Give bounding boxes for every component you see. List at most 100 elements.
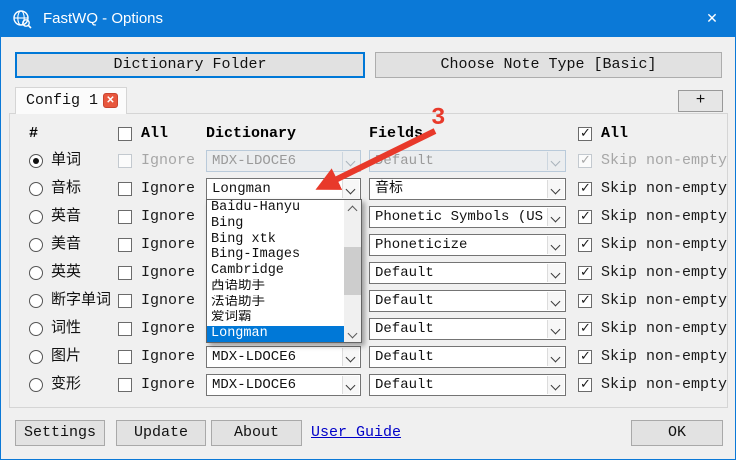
add-config-button[interactable]: + xyxy=(678,90,723,112)
field-value: Phoneticize xyxy=(375,235,545,255)
fields-select[interactable]: Phoneticize xyxy=(369,234,566,256)
dictionary-select[interactable]: MDX-LDOCE6 xyxy=(206,346,361,368)
all-ignore-checkbox[interactable] xyxy=(118,127,132,141)
skip-checkbox[interactable] xyxy=(578,210,592,224)
grid-row: 英英IgnoreDefaultSkip non-empty xyxy=(9,259,729,287)
skip-checkbox[interactable] xyxy=(578,378,592,392)
ignore-checkbox[interactable] xyxy=(118,322,132,336)
fields-select[interactable]: Default xyxy=(369,318,566,340)
scroll-down-icon[interactable] xyxy=(344,326,361,342)
dropdown-item[interactable]: Bing-Images xyxy=(207,247,344,263)
row-radio[interactable] xyxy=(29,210,43,224)
tab-close-icon[interactable]: ✕ xyxy=(103,93,118,108)
skip-checkbox[interactable] xyxy=(578,238,592,252)
chevron-down-icon xyxy=(547,152,564,170)
grid-row: 变形IgnoreMDX-LDOCE6DefaultSkip non-empty xyxy=(9,371,729,399)
row-label: 图片 xyxy=(51,343,81,371)
fields-select[interactable]: Default xyxy=(369,262,566,284)
dictionary-select[interactable]: MDX-LDOCE6 xyxy=(206,150,361,172)
ignore-checkbox[interactable] xyxy=(118,294,132,308)
chevron-down-icon xyxy=(547,264,564,282)
row-radio[interactable] xyxy=(29,322,43,336)
dictionary-folder-button[interactable]: Dictionary Folder xyxy=(15,52,365,78)
ignore-label: Ignore xyxy=(141,259,195,287)
skip-checkbox[interactable] xyxy=(578,322,592,336)
dropdown-item[interactable]: Bing xyxy=(207,216,344,232)
ignore-checkbox[interactable] xyxy=(118,182,132,196)
fields-select[interactable]: Phonetic Symbols (US) xyxy=(369,206,566,228)
fields-select[interactable]: 音标 xyxy=(369,178,566,200)
ignore-checkbox[interactable] xyxy=(118,350,132,364)
ignore-checkbox[interactable] xyxy=(118,266,132,280)
chevron-down-icon xyxy=(547,180,564,198)
user-guide-link[interactable]: User Guide xyxy=(311,420,401,446)
dropdown-item[interactable]: Longman xyxy=(207,326,344,342)
fields-select[interactable]: Default xyxy=(369,374,566,396)
row-radio[interactable] xyxy=(29,294,43,308)
chevron-down-icon xyxy=(547,348,564,366)
row-radio[interactable] xyxy=(29,350,43,364)
chevron-down-icon xyxy=(547,320,564,338)
fields-select[interactable]: Default xyxy=(369,150,566,172)
scroll-thumb[interactable] xyxy=(344,247,361,295)
about-button[interactable]: About xyxy=(211,420,302,446)
dictionary-select[interactable]: MDX-LDOCE6 xyxy=(206,374,361,396)
row-radio[interactable] xyxy=(29,154,43,168)
field-value: Phonetic Symbols (US) xyxy=(375,207,545,227)
chevron-down-icon xyxy=(547,236,564,254)
window-title: FastWQ - Options xyxy=(43,1,163,37)
window-close-icon[interactable]: ✕ xyxy=(689,1,735,37)
chevron-down-icon xyxy=(342,152,359,170)
skip-label: Skip non-empty xyxy=(601,147,727,175)
scroll-up-icon[interactable] xyxy=(344,200,361,216)
grid-row: 词性IgnoreDefaultSkip non-empty xyxy=(9,315,729,343)
fields-select[interactable]: Default xyxy=(369,290,566,312)
header-all-left: All xyxy=(141,121,168,147)
ok-button[interactable]: OK xyxy=(631,420,723,446)
dropdown-item[interactable]: 爱词霸 xyxy=(207,310,344,326)
skip-checkbox[interactable] xyxy=(578,182,592,196)
field-value: Default xyxy=(375,375,545,395)
settings-button[interactable]: Settings xyxy=(15,420,105,446)
tab-label: Config 1 xyxy=(26,88,98,114)
row-radio[interactable] xyxy=(29,238,43,252)
ignore-label: Ignore xyxy=(141,315,195,343)
dropdown-item[interactable]: Baidu-Hanyu xyxy=(207,200,344,216)
fields-select[interactable]: Default xyxy=(369,346,566,368)
row-label: 断字单词 xyxy=(51,287,111,315)
header-all-right: All xyxy=(601,121,628,147)
skip-checkbox[interactable] xyxy=(578,350,592,364)
dropdown-scrollbar[interactable] xyxy=(344,200,361,342)
chevron-down-icon xyxy=(547,292,564,310)
row-label: 音标 xyxy=(51,175,81,203)
ignore-checkbox[interactable] xyxy=(118,210,132,224)
skip-checkbox[interactable] xyxy=(578,294,592,308)
dictionary-select[interactable]: Longman xyxy=(206,178,361,200)
dropdown-item[interactable]: 法语助手 xyxy=(207,295,344,311)
ignore-checkbox[interactable] xyxy=(118,238,132,252)
row-radio[interactable] xyxy=(29,378,43,392)
row-label: 英英 xyxy=(51,259,81,287)
dropdown-item[interactable]: Cambridge xyxy=(207,263,344,279)
dropdown-item[interactable]: 西语助手 xyxy=(207,279,344,295)
ignore-checkbox[interactable] xyxy=(118,378,132,392)
titlebar: FastWQ - Options ✕ xyxy=(1,1,735,37)
skip-checkbox[interactable] xyxy=(578,266,592,280)
field-value: Default xyxy=(375,319,545,339)
dictionary-value: MDX-LDOCE6 xyxy=(212,375,340,395)
ignore-label: Ignore xyxy=(141,231,195,259)
dictionary-value: Longman xyxy=(212,179,340,199)
dictionary-value: MDX-LDOCE6 xyxy=(212,347,340,367)
dropdown-item[interactable]: Bing xtk xyxy=(207,232,344,248)
ignore-checkbox[interactable] xyxy=(118,154,132,168)
row-radio[interactable] xyxy=(29,182,43,196)
ignore-label: Ignore xyxy=(141,287,195,315)
field-value: 音标 xyxy=(375,179,545,199)
choose-note-type-button[interactable]: Choose Note Type [Basic] xyxy=(375,52,722,78)
update-button[interactable]: Update xyxy=(116,420,206,446)
skip-checkbox[interactable] xyxy=(578,154,592,168)
row-label: 美音 xyxy=(51,231,81,259)
row-radio[interactable] xyxy=(29,266,43,280)
tab-config-1[interactable]: Config 1 ✕ xyxy=(15,87,127,114)
all-skip-checkbox[interactable] xyxy=(578,127,592,141)
